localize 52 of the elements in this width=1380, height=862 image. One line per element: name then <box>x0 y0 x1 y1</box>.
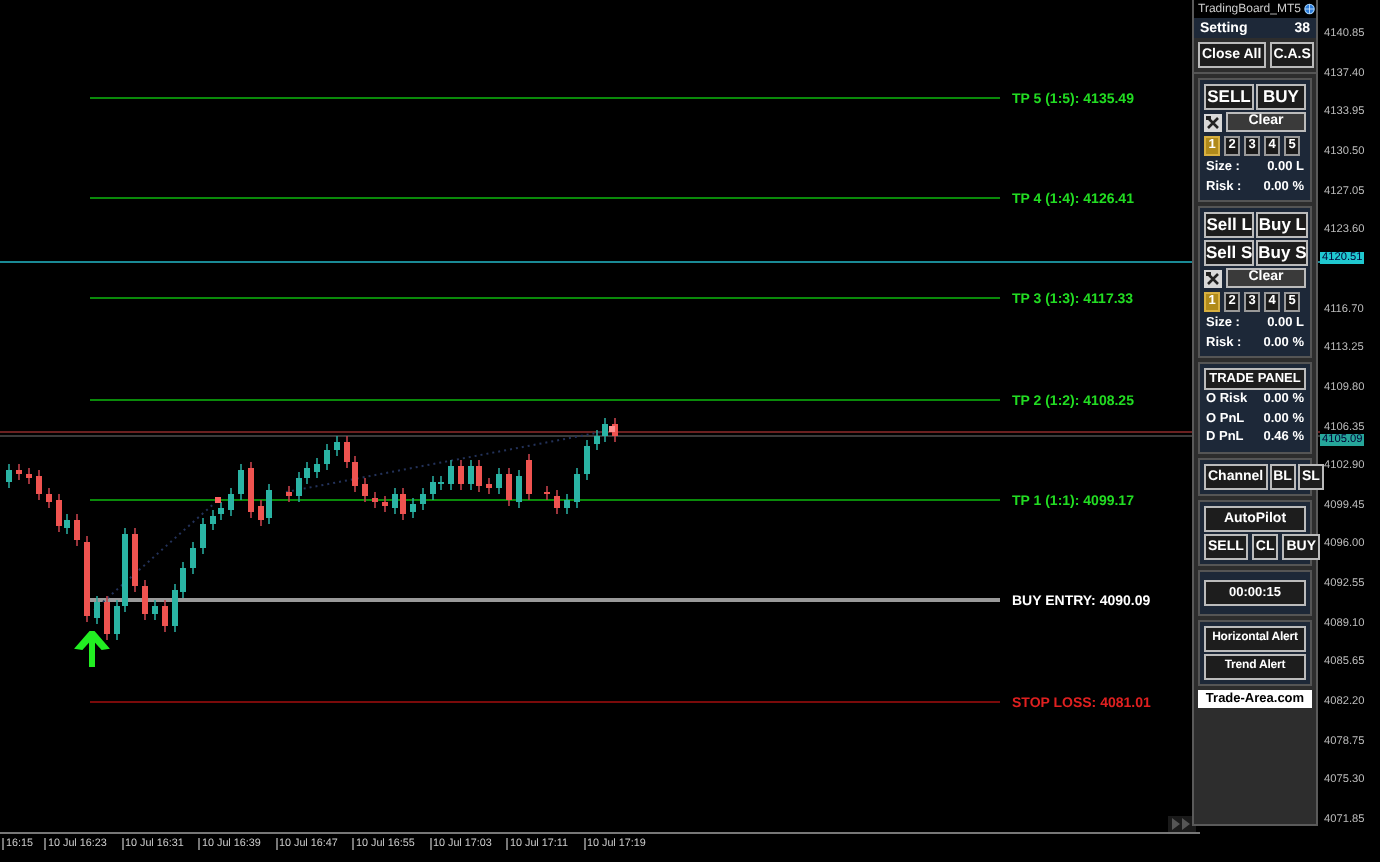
order-button[interactable]: Sell S <box>1204 240 1255 266</box>
up-arrow-icon <box>74 631 110 667</box>
candle <box>286 485 292 503</box>
candle <box>382 495 388 513</box>
candle <box>448 459 454 491</box>
candle <box>94 595 100 625</box>
candle <box>248 461 254 519</box>
candle <box>200 517 206 555</box>
candle <box>26 467 32 485</box>
tools-icon[interactable] <box>1204 269 1222 287</box>
candle <box>458 459 464 491</box>
candle <box>362 477 368 503</box>
candle <box>526 453 532 501</box>
tools-icon[interactable] <box>1204 113 1222 131</box>
order-button[interactable]: SELL <box>1204 84 1254 110</box>
candle <box>36 469 42 501</box>
candle <box>324 443 330 471</box>
candle <box>16 463 22 481</box>
candle <box>574 467 580 509</box>
candle <box>152 599 158 621</box>
signal-marker <box>215 497 221 503</box>
candle <box>162 599 168 633</box>
candle <box>190 541 196 575</box>
scroll-right-icon[interactable] <box>1168 816 1196 832</box>
candle <box>104 595 110 641</box>
order-button[interactable]: BUY <box>1256 84 1306 110</box>
candle <box>142 579 148 621</box>
candle <box>420 487 426 511</box>
candle <box>554 489 560 515</box>
candle <box>584 439 590 481</box>
candle <box>46 487 52 509</box>
globe-icon[interactable] <box>1304 2 1316 16</box>
candle <box>132 527 138 593</box>
candle <box>6 463 12 489</box>
candle <box>238 463 244 501</box>
candle <box>564 493 570 515</box>
candle <box>228 487 234 517</box>
candle <box>544 485 550 501</box>
candle <box>74 513 80 547</box>
candle <box>314 457 320 479</box>
candle <box>506 467 512 507</box>
candle <box>84 535 90 623</box>
order-button[interactable]: Sell L <box>1204 212 1255 238</box>
order-button[interactable]: Buy L <box>1256 212 1309 238</box>
candle <box>334 435 340 457</box>
candle <box>410 497 416 519</box>
candle <box>486 477 492 495</box>
order-button[interactable]: Buy S <box>1256 240 1309 266</box>
candle <box>372 491 378 509</box>
signal-marker <box>609 426 615 432</box>
candle <box>496 467 502 495</box>
candle <box>516 469 522 509</box>
